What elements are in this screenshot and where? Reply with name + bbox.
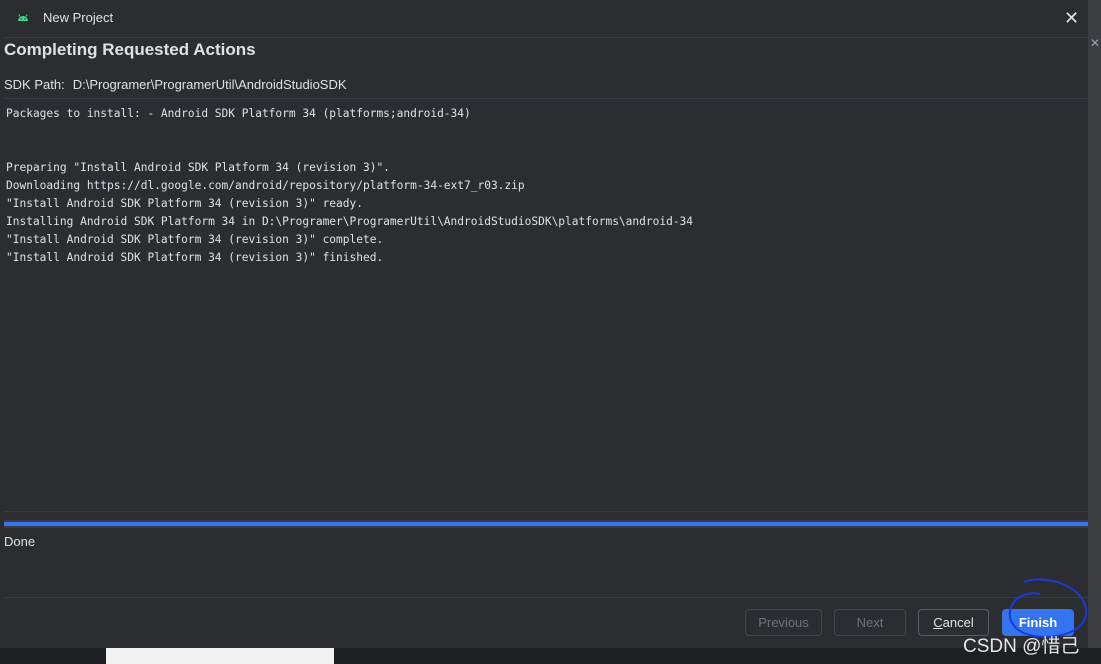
install-log[interactable]: Packages to install: - Android SDK Platf… xyxy=(4,98,1088,512)
log-line: Preparing "Install Android SDK Platform … xyxy=(6,161,390,174)
log-line: "Install Android SDK Platform 34 (revisi… xyxy=(6,233,384,246)
progress-bar-fill xyxy=(4,522,1088,526)
footer-divider xyxy=(4,597,1088,598)
android-icon xyxy=(18,14,28,21)
sdk-path-label: SDK Path: xyxy=(4,77,65,92)
title-divider xyxy=(4,37,1088,38)
sdk-path-row: SDK Path: D:\Programer\ProgramerUtil\Andr… xyxy=(4,77,347,92)
background-close-icon: ✕ xyxy=(1090,36,1101,50)
title-bar: New Project ✕ xyxy=(4,0,1088,36)
status-text: Done xyxy=(4,534,36,549)
background-window-right xyxy=(1088,0,1101,664)
sdk-path-value: D:\Programer\ProgramerUtil\AndroidStudio… xyxy=(72,77,347,92)
watermark: CSDN @惜己 xyxy=(963,636,1080,657)
page-title: Completing Requested Actions xyxy=(4,40,256,59)
cancel-label-rest: ancel xyxy=(942,615,974,630)
next-button[interactable]: Next xyxy=(834,609,906,636)
new-project-dialog: New Project ✕ Completing Requested Actio… xyxy=(4,0,1088,648)
close-icon[interactable]: ✕ xyxy=(1064,9,1079,27)
log-line: "Install Android SDK Platform 34 (revisi… xyxy=(6,251,384,264)
log-line: "Install Android SDK Platform 34 (revisi… xyxy=(6,197,363,210)
window-title: New Project xyxy=(43,10,114,25)
cancel-mnemonic: C xyxy=(933,615,943,630)
previous-button[interactable]: Previous xyxy=(745,609,822,636)
log-line: Installing Android SDK Platform 34 in D:… xyxy=(6,215,694,228)
background-taskbar xyxy=(0,648,1101,664)
log-line: Packages to install: - Android SDK Platf… xyxy=(6,107,471,120)
background-light-panel xyxy=(106,648,334,664)
log-line: Downloading https://dl.google.com/androi… xyxy=(6,179,525,192)
